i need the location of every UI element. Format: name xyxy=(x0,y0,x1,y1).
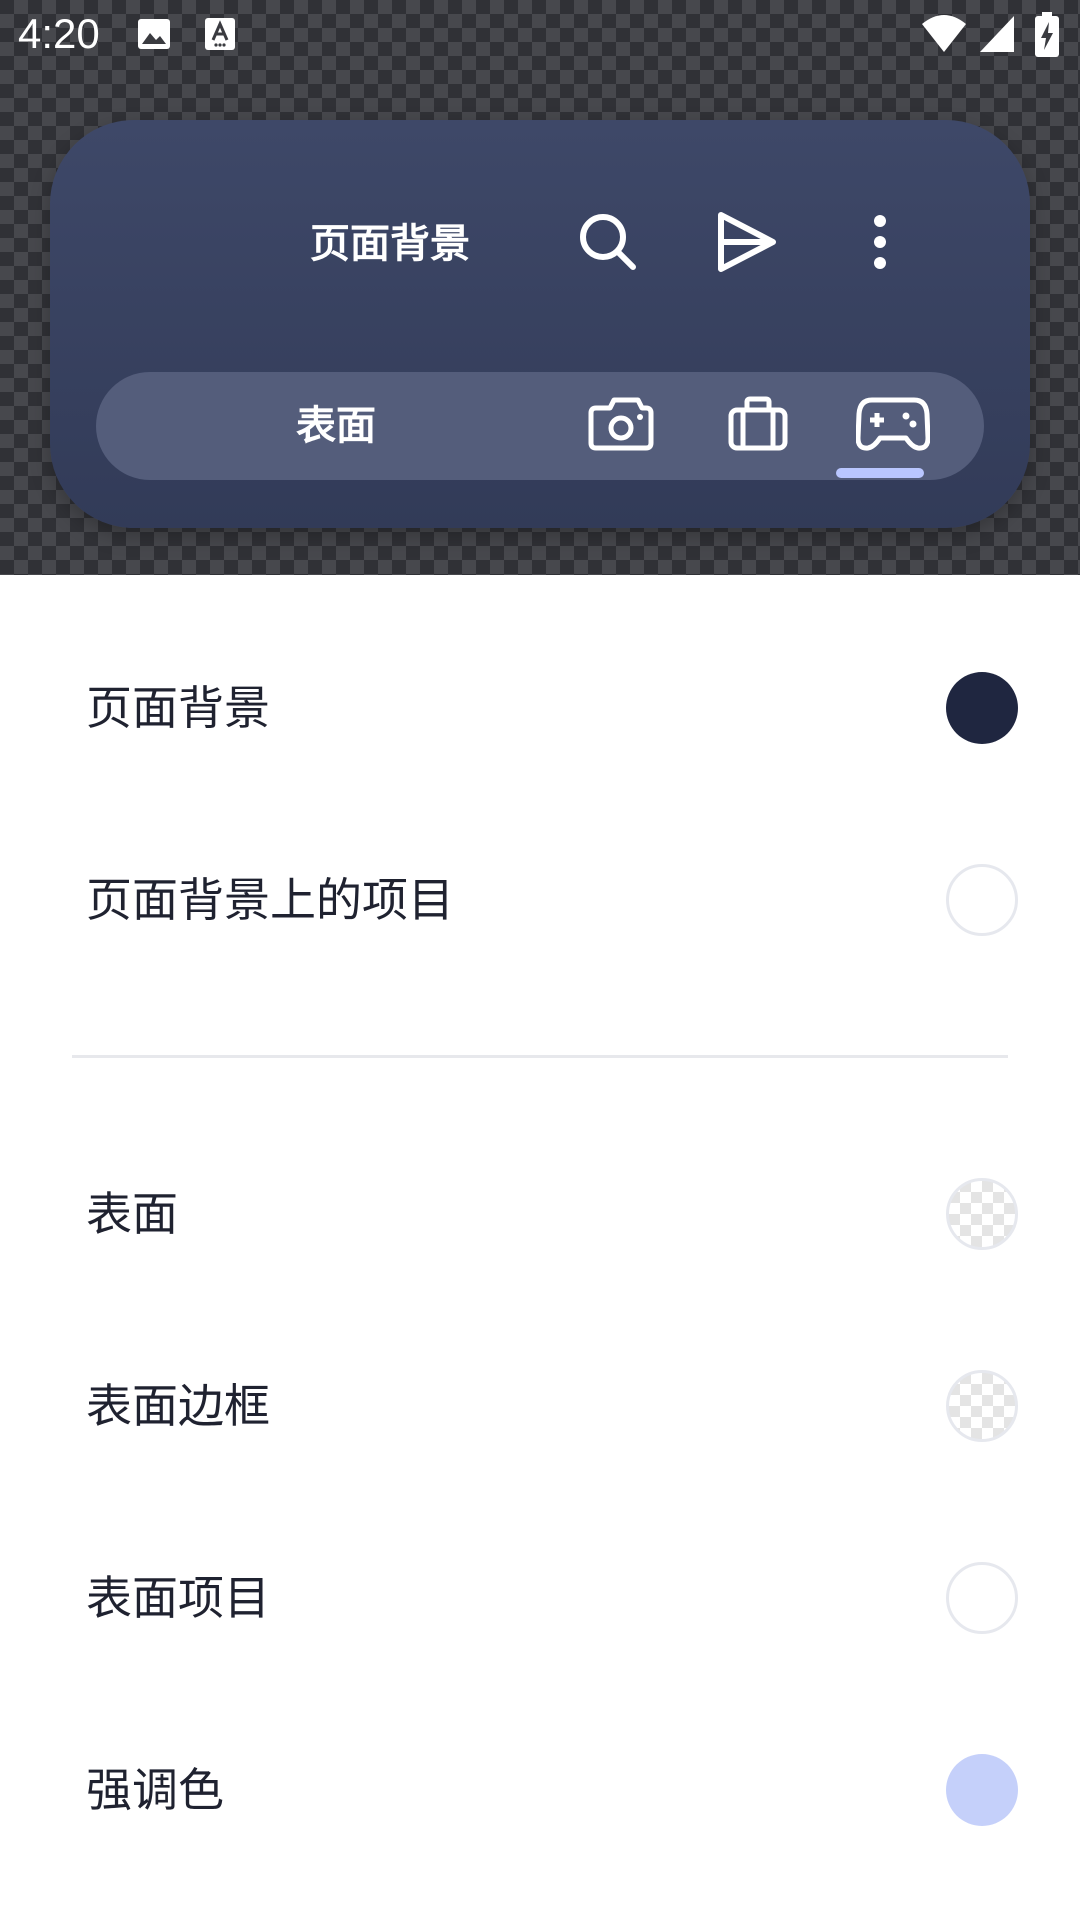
color-swatch-transparent[interactable] xyxy=(946,1370,1018,1442)
more-vertical-icon xyxy=(870,214,890,274)
color-item-label: 表面项目 xyxy=(86,1571,270,1625)
send-button[interactable] xyxy=(706,204,786,284)
search-icon xyxy=(577,211,639,277)
color-item-on-page-background[interactable]: 页面背景上的项目 xyxy=(0,830,1080,970)
search-button[interactable] xyxy=(568,204,648,284)
color-item-on-surface[interactable]: 表面项目 xyxy=(0,1528,1080,1668)
tab-bar-label: 表面 xyxy=(296,403,376,449)
briefcase-icon xyxy=(727,396,789,456)
card-title: 页面背景 xyxy=(310,221,470,267)
gamepad-icon xyxy=(855,396,931,456)
color-item-label: 强调色 xyxy=(86,1763,224,1817)
widget-preview-card: 页面背景 表面 xyxy=(50,120,1030,528)
tab-briefcase[interactable] xyxy=(713,386,803,466)
camera-icon xyxy=(588,396,654,456)
color-item-surface[interactable]: 表面 xyxy=(0,1144,1080,1284)
signal-icon xyxy=(978,14,1016,58)
send-icon xyxy=(715,211,777,277)
image-notification-icon xyxy=(136,16,172,56)
tab-gamepad[interactable] xyxy=(848,386,938,466)
color-swatch[interactable] xyxy=(946,672,1018,744)
color-swatch[interactable] xyxy=(946,1562,1018,1634)
color-swatch-transparent[interactable] xyxy=(946,1178,1018,1250)
color-item-accent[interactable]: 强调色 xyxy=(0,1720,1080,1860)
color-item-label: 页面背景 xyxy=(86,681,270,735)
battery-charging-icon xyxy=(1034,12,1060,62)
selected-tab-indicator xyxy=(836,468,924,478)
list-divider xyxy=(72,1055,1008,1058)
color-swatch[interactable] xyxy=(946,1754,1018,1826)
color-item-label: 页面背景上的项目 xyxy=(86,873,454,927)
color-item-page-background[interactable]: 页面背景 xyxy=(0,638,1080,778)
color-item-surface-border[interactable]: 表面边框 xyxy=(0,1336,1080,1476)
status-time: 4:20 xyxy=(18,10,100,57)
tab-bar: 表面 xyxy=(96,372,984,480)
tab-camera[interactable] xyxy=(576,386,666,466)
color-item-label: 表面 xyxy=(86,1187,178,1241)
color-item-label: 表面边框 xyxy=(86,1379,270,1433)
more-options-button[interactable] xyxy=(840,204,920,284)
wifi-icon xyxy=(920,14,968,58)
status-bar: 4:20 xyxy=(0,0,1080,72)
color-swatch[interactable] xyxy=(946,864,1018,936)
font-notification-icon xyxy=(202,16,238,56)
